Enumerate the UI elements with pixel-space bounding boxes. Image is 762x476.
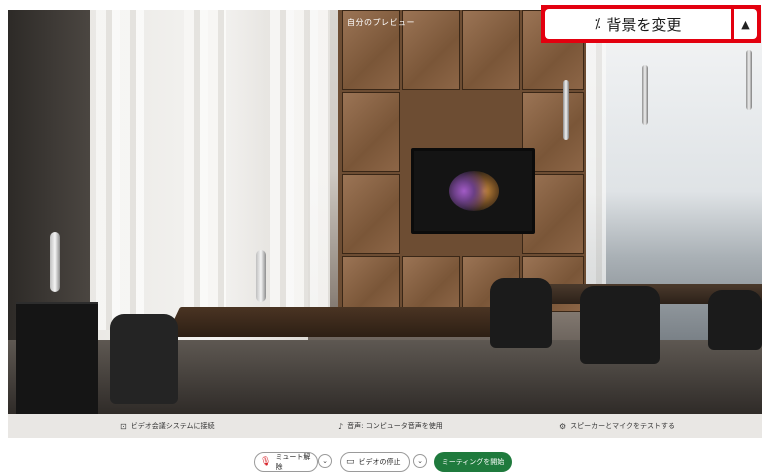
start-meeting-button[interactable]: ミーティングを開始 bbox=[434, 452, 512, 472]
video-system-link[interactable]: ⊡ ビデオ会議システムに接続 bbox=[120, 414, 215, 438]
change-background-button[interactable]: ⁒ 背景を変更 bbox=[545, 9, 731, 39]
unmute-button[interactable]: 🎙 ミュート解除 bbox=[254, 452, 318, 472]
stop-video-button[interactable]: ▭ ビデオの停止 bbox=[340, 452, 410, 472]
audio-options-button[interactable]: ⌄ bbox=[318, 454, 332, 468]
scene-pendant-light bbox=[746, 50, 752, 110]
scene-curtain bbox=[184, 10, 226, 330]
scene-curtain bbox=[586, 10, 606, 330]
audio-icon: ♪ bbox=[338, 421, 344, 431]
chevron-down-icon: ⌄ bbox=[322, 457, 328, 465]
change-background-label: 背景を変更 bbox=[606, 15, 682, 34]
stop-video-label: ビデオの停止 bbox=[358, 458, 401, 466]
scene-sideboard bbox=[16, 302, 98, 414]
audio-setting-link[interactable]: ♪ 音声: コンピュータ音声を使用 bbox=[338, 414, 443, 438]
audio-setting-label: 音声: コンピュータ音声を使用 bbox=[347, 422, 443, 430]
meeting-preview-window: 自分のプレビュー ⁒ 背景を変更 ▲ ⊡ ビデオ会議システムに接続 ♪ 音声: … bbox=[0, 0, 762, 476]
scene-chair bbox=[110, 314, 178, 404]
scene-chair bbox=[490, 278, 552, 348]
scene-curtain bbox=[96, 10, 144, 330]
background-control-highlight: ⁒ 背景を変更 ▲ bbox=[541, 5, 761, 43]
scene-chair bbox=[708, 290, 762, 350]
video-system-label: ビデオ会議システムに接続 bbox=[130, 422, 215, 430]
scene-pendant-light bbox=[563, 80, 569, 140]
unmute-label: ミュート解除 bbox=[275, 453, 311, 471]
video-preview bbox=[8, 10, 762, 414]
scene-lamp bbox=[50, 232, 60, 292]
video-camera-icon: ▭ bbox=[346, 457, 355, 467]
test-speaker-mic-label: スピーカーとマイクをテストする bbox=[570, 422, 676, 430]
background-toggle-button[interactable]: ▲ bbox=[734, 9, 757, 39]
preview-info-bar: ⊡ ビデオ会議システムに接続 ♪ 音声: コンピュータ音声を使用 ⚙ スピーカー… bbox=[8, 414, 762, 438]
scene-table bbox=[166, 307, 545, 337]
scene-curtain bbox=[270, 10, 330, 330]
video-system-icon: ⊡ bbox=[120, 421, 127, 431]
microphone-muted-icon: 🎙 bbox=[260, 457, 272, 467]
meeting-controls: 🎙 ミュート解除 ⌄ ▭ ビデオの停止 ⌄ ミーティングを開始 bbox=[0, 450, 762, 476]
magic-wand-icon: ⁒ bbox=[594, 16, 601, 32]
test-speaker-mic-link[interactable]: ⚙ スピーカーとマイクをテストする bbox=[559, 414, 675, 438]
tent-icon: ▲ bbox=[741, 17, 750, 31]
scene-tv bbox=[411, 148, 535, 234]
gear-icon: ⚙ bbox=[559, 421, 567, 431]
scene-pendant-light bbox=[642, 65, 648, 125]
chevron-down-icon: ⌄ bbox=[417, 457, 423, 465]
scene-lamp bbox=[256, 250, 266, 302]
video-options-button[interactable]: ⌄ bbox=[413, 454, 427, 468]
scene-chair bbox=[580, 286, 660, 364]
